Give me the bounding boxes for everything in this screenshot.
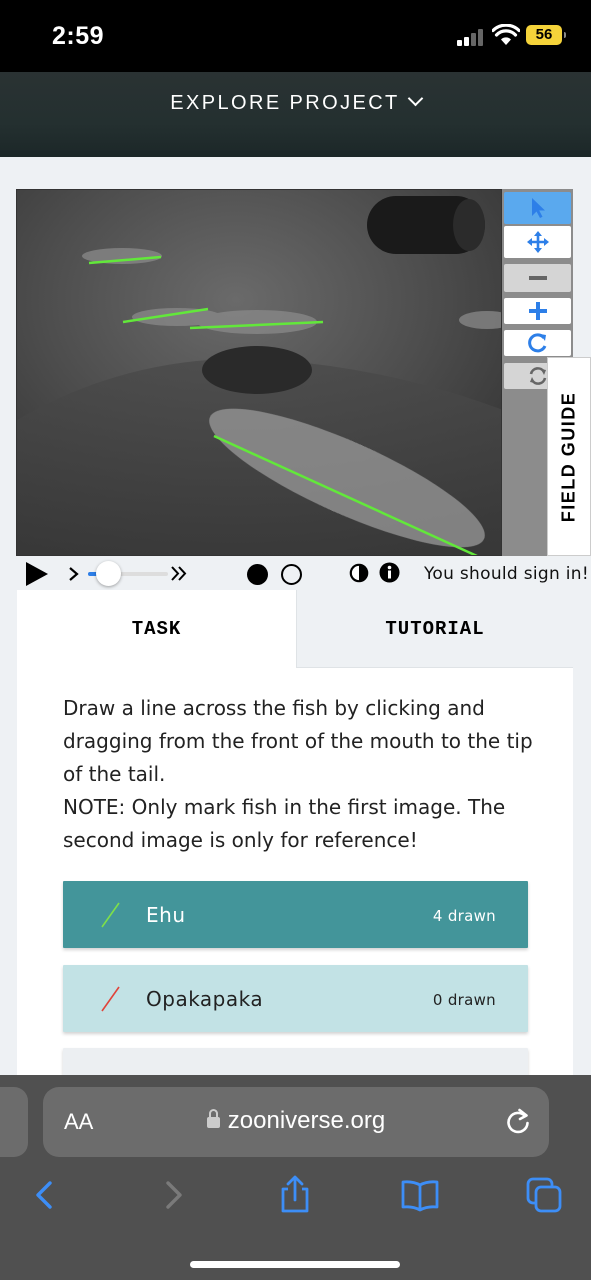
url-text: zooniverse.org	[227, 1107, 386, 1134]
status-time: 2:59	[52, 22, 105, 50]
line-tool-icon	[101, 902, 120, 928]
zoom-in-button[interactable]	[504, 298, 571, 324]
reef-rock	[202, 346, 312, 394]
subject-image[interactable]	[16, 189, 502, 556]
move-arrows-icon	[526, 231, 549, 253]
field-guide-label: FIELD GUIDE	[558, 391, 579, 522]
bookmarks-icon[interactable]	[400, 1175, 440, 1215]
back-arrow-icon[interactable]	[26, 1175, 66, 1215]
explore-project-label: EXPLORE PROJECT	[170, 92, 400, 114]
tool-choice-name: Opakapaka	[146, 987, 264, 1011]
step-forward-icon[interactable]	[68, 567, 80, 581]
lock-icon	[206, 1109, 220, 1128]
minus-icon	[528, 276, 547, 280]
url-display[interactable]: zooniverse.org	[43, 1107, 549, 1135]
tool-choice-ehu[interactable]: Ehu 4 drawn	[63, 881, 528, 948]
tool-choice-name: Ehu	[146, 903, 186, 927]
pan-tool-button[interactable]	[504, 226, 571, 258]
reload-icon[interactable]	[503, 1107, 533, 1137]
filled-circle-icon[interactable]	[247, 564, 268, 585]
address-bar[interactable]: AA zooniverse.org	[43, 1087, 549, 1157]
field-guide-tab[interactable]: FIELD GUIDE	[547, 357, 591, 556]
wifi-icon	[492, 24, 520, 45]
plus-icon	[528, 302, 547, 320]
playback-slider-thumb[interactable]	[96, 561, 121, 586]
annotate-tool-button[interactable]	[504, 192, 571, 224]
previous-tab-preview[interactable]	[0, 1087, 28, 1157]
sign-in-notice: You should sign in!	[424, 564, 589, 584]
tabs-icon[interactable]	[524, 1175, 564, 1215]
cellular-signal-icon	[457, 28, 483, 46]
info-icon[interactable]	[379, 562, 400, 583]
explore-project-menu[interactable]: EXPLORE PROJECT	[0, 90, 591, 115]
reset-icon	[529, 367, 546, 385]
empty-circle-icon[interactable]	[281, 564, 302, 585]
status-bar: 2:59 56	[0, 0, 591, 72]
tool-choice-count: 4 drawn	[432, 907, 496, 925]
chevron-down-icon	[407, 90, 423, 107]
task-instructions-text: Draw a line across the fish by clicking …	[63, 696, 533, 786]
project-header: EXPLORE PROJECT	[0, 72, 591, 157]
camera-housing	[367, 196, 485, 254]
rotate-icon	[527, 333, 546, 353]
tab-task[interactable]: TASK	[17, 590, 296, 668]
tool-choice-count: 0 drawn	[432, 991, 496, 1009]
contrast-icon[interactable]	[349, 563, 369, 583]
forward-arrow-icon[interactable]	[152, 1175, 192, 1215]
tab-tutorial[interactable]: TUTORIAL	[296, 590, 573, 668]
battery-icon: 56	[526, 25, 566, 45]
rotate-button[interactable]	[504, 330, 571, 356]
zoom-out-button[interactable]	[504, 264, 571, 292]
tool-choice-opakapaka[interactable]: Opakapaka 0 drawn	[63, 965, 528, 1032]
play-icon[interactable]	[24, 561, 50, 587]
fast-forward-icon[interactable]	[170, 566, 188, 581]
task-note-text: NOTE: Only mark fish in the first image.…	[63, 795, 506, 852]
subject-image-canvas[interactable]	[17, 190, 502, 556]
line-tool-icon	[101, 986, 120, 1012]
playback-controls: You should sign in!	[16, 556, 591, 592]
cursor-arrow-icon	[531, 198, 545, 218]
task-instructions: Draw a line across the fish by clicking …	[63, 692, 533, 857]
task-panel: TASK TUTORIAL Draw a line across the fis…	[17, 590, 573, 1088]
share-icon[interactable]	[275, 1175, 315, 1215]
home-indicator	[190, 1261, 400, 1268]
browser-toolbar: AA zooniverse.org	[0, 1075, 591, 1280]
